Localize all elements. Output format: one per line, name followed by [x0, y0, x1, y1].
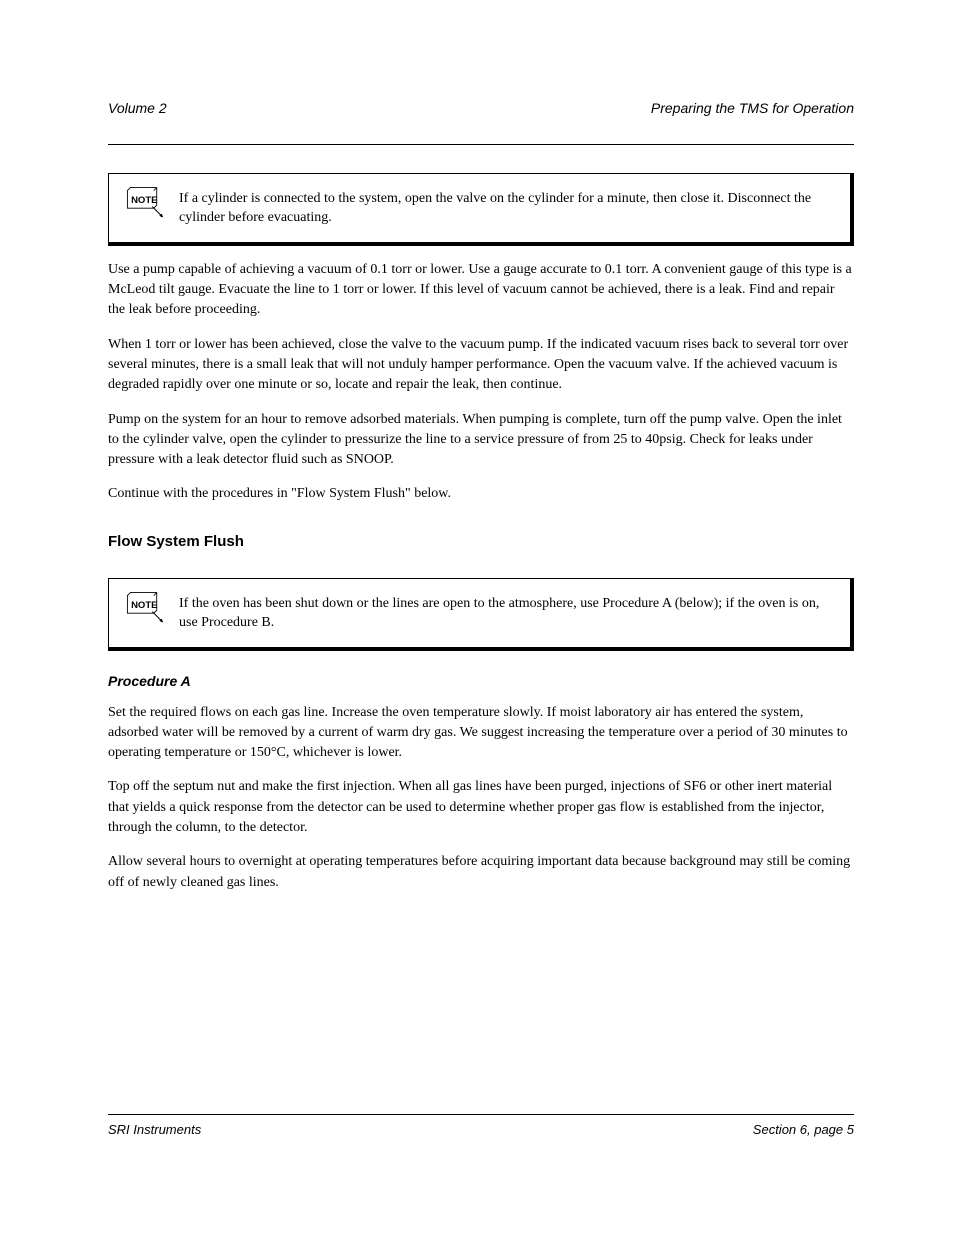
proc-a-p1: Set the required flows on each gas line.… — [108, 703, 854, 764]
header-rule — [108, 144, 854, 145]
para-3: Pump on the system for an hour to remove… — [108, 410, 854, 471]
svg-text:NOTE: NOTE — [131, 600, 157, 611]
proc-a-p2: Top off the septum nut and make the firs… — [108, 777, 854, 838]
note-icon: NOTE — [123, 186, 167, 220]
para-4: Continue with the procedures in "Flow Sy… — [108, 484, 854, 504]
para-1: Use a pump capable of achieving a vacuum… — [108, 260, 854, 321]
proc-a-p3: Allow several hours to overnight at oper… — [108, 852, 854, 893]
note-icon: NOTE — [123, 591, 167, 625]
footer-right: Section 6, page 5 — [753, 1122, 854, 1137]
section-heading: Flow System Flush — [108, 533, 854, 550]
svg-text:NOTE: NOTE — [131, 195, 157, 206]
note-1-text: If a cylinder is connected to the system… — [179, 186, 836, 228]
note-2-text: If the oven has been shut down or the li… — [179, 591, 836, 633]
footer-left: SRI Instruments — [108, 1122, 201, 1137]
header-left: Volume 2 — [108, 100, 167, 116]
footer-rule — [108, 1114, 854, 1115]
header-right: Preparing the TMS for Operation — [651, 100, 854, 116]
note-box-2: NOTE If the oven has been shut down or t… — [108, 578, 854, 651]
para-2: When 1 torr or lower has been achieved, … — [108, 335, 854, 396]
procedure-a-heading: Procedure A — [108, 673, 854, 689]
note-box-1: NOTE If a cylinder is connected to the s… — [108, 173, 854, 246]
